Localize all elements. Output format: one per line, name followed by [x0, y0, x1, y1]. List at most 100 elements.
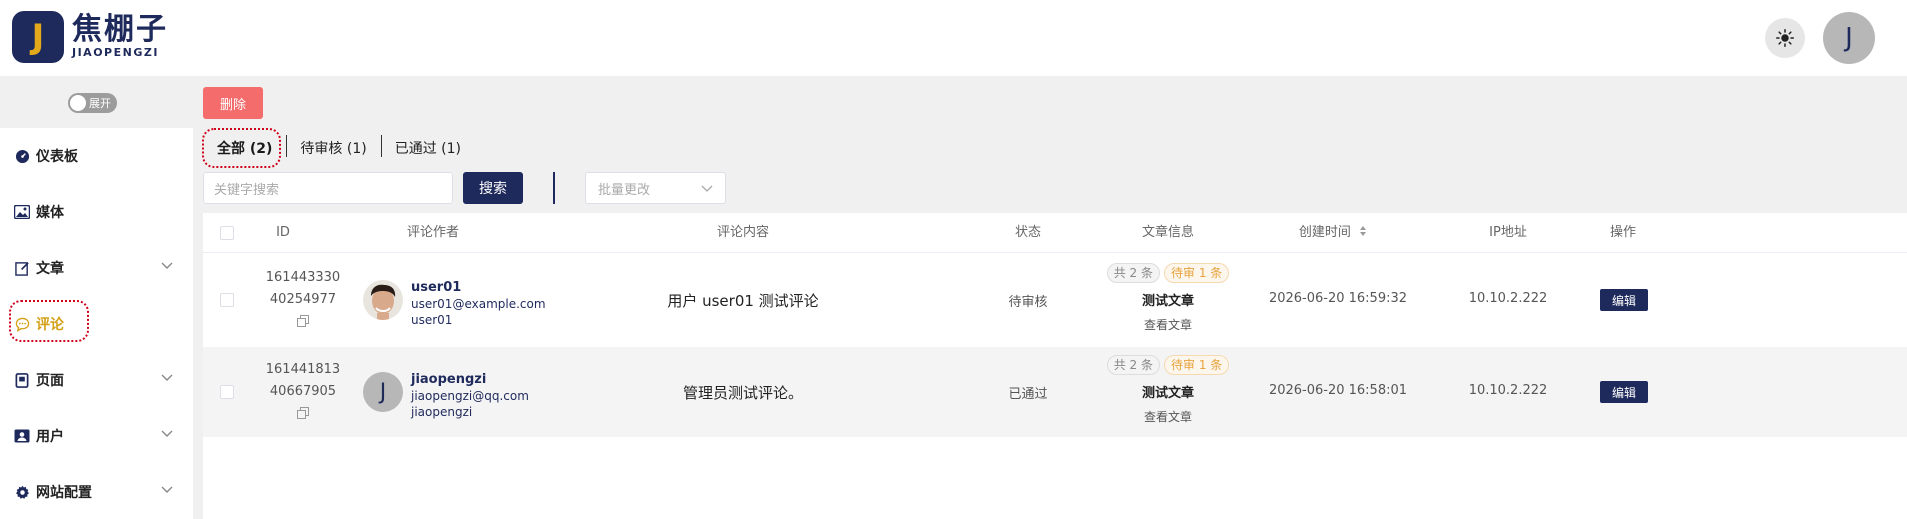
- sidebar-item-label: 文章: [36, 261, 64, 277]
- logo-en: JIAOPENGZI: [72, 46, 159, 59]
- author-email: jiaopengzi@qq.com: [411, 389, 529, 403]
- gear-icon: [14, 484, 30, 500]
- edit-icon: [14, 260, 30, 276]
- article-info: 共 2 条待审 1 条 测试文章 查看文章: [1093, 263, 1243, 333]
- sidebar-item-label: 仪表板: [36, 149, 78, 165]
- sun-icon: [1776, 29, 1794, 47]
- created-time: 2026-06-20 16:59:32: [1268, 291, 1408, 306]
- row-checkbox[interactable]: [220, 293, 234, 307]
- view-article-link[interactable]: 查看文章: [1093, 408, 1243, 425]
- row-checkbox[interactable]: [220, 385, 234, 399]
- sidebar-expand-toggle[interactable]: 展开: [68, 93, 117, 113]
- status-text: 待审核: [1008, 295, 1048, 310]
- sidebar-item-site-config[interactable]: 网站配置: [0, 464, 193, 519]
- sort-icon: [1360, 226, 1367, 236]
- edit-button[interactable]: 编辑: [1600, 289, 1648, 311]
- sidebar-item-label: 网站配置: [36, 485, 92, 501]
- author-avatar: J: [363, 372, 403, 412]
- search-input[interactable]: 关键字搜索: [203, 172, 453, 204]
- divider: [553, 172, 555, 204]
- toggle-label: 展开: [89, 97, 111, 110]
- toggle-knob: [70, 95, 86, 111]
- sidebar-item-media[interactable]: 媒体: [0, 184, 193, 240]
- author-name[interactable]: jiaopengzi: [411, 372, 529, 388]
- author-avatar: [363, 280, 403, 320]
- comments-table: ID 评论作者 评论内容 状态 文章信息 创建时间 IP地址 操作 161443…: [203, 213, 1907, 519]
- chevron-down-icon: [161, 262, 173, 269]
- table-row: 161443330 40254977 user01 user01@example…: [203, 255, 1907, 345]
- main-content: 删除 全部 (2) 待审核 (1) 已通过 (1) 关键字搜索 搜索 批量更改 …: [202, 76, 1907, 519]
- highlight-ring: [9, 300, 89, 342]
- view-article-link[interactable]: 查看文章: [1093, 316, 1243, 333]
- table-header: ID 评论作者 评论内容 状态 文章信息 创建时间 IP地址 操作: [203, 213, 1907, 253]
- edit-button[interactable]: 编辑: [1600, 381, 1648, 403]
- author-info: user01 user01@example.com user01: [411, 280, 546, 328]
- column-header-actions: 操作: [1609, 225, 1636, 240]
- table-row: 161441813 40667905 J jiaopengzi jiaopeng…: [203, 347, 1907, 437]
- delete-button[interactable]: 删除: [203, 87, 263, 119]
- id-line: 161443330: [265, 270, 341, 285]
- logo[interactable]: J 焦棚子 JIAOPENGZI: [12, 11, 168, 63]
- copy-icon[interactable]: [297, 315, 309, 327]
- logo-letter: J: [31, 17, 45, 57]
- sidebar-item-posts[interactable]: 文章: [0, 240, 193, 296]
- copy-icon[interactable]: [297, 407, 309, 419]
- theme-toggle-button[interactable]: [1765, 18, 1805, 58]
- column-header-id: ID: [276, 225, 290, 240]
- pending-count-badge: 待审 1 条: [1164, 355, 1230, 375]
- page-icon: [14, 372, 30, 388]
- search-button[interactable]: 搜索: [463, 172, 523, 204]
- select-all-checkbox[interactable]: [220, 226, 234, 240]
- article-title[interactable]: 测试文章: [1093, 290, 1243, 309]
- highlight-ring: [202, 128, 281, 168]
- column-header-content: 评论内容: [716, 225, 769, 240]
- logo-cn: 焦棚子: [72, 12, 168, 47]
- ip-address: 10.10.2.222: [1468, 291, 1548, 306]
- sidebar-item-dashboard[interactable]: 仪表板: [0, 128, 193, 184]
- user-card-icon: [14, 428, 30, 444]
- user-avatar[interactable]: J: [1823, 12, 1875, 64]
- total-count-badge: 共 2 条: [1106, 263, 1160, 283]
- column-header-article: 文章信息: [1141, 225, 1194, 240]
- logo-text: 焦棚子 JIAOPENGZI: [72, 14, 168, 60]
- created-time: 2026-06-20 16:58:01: [1268, 383, 1408, 398]
- dashboard-icon: [14, 148, 30, 164]
- column-header-author: 评论作者: [406, 225, 459, 240]
- column-header-created[interactable]: 创建时间: [1283, 213, 1383, 253]
- chevron-down-icon: [161, 430, 173, 437]
- app-header: J 焦棚子 JIAOPENGZI J: [0, 0, 1907, 76]
- sidebar-item-users[interactable]: 用户: [0, 408, 193, 464]
- article-title[interactable]: 测试文章: [1093, 382, 1243, 401]
- batch-action-select[interactable]: 批量更改: [585, 172, 726, 204]
- id-line: 40254977: [269, 292, 337, 307]
- chevron-down-icon: [161, 374, 173, 381]
- status-text: 已通过: [1008, 387, 1048, 402]
- pending-count-badge: 待审 1 条: [1164, 263, 1230, 283]
- sidebar: 展开 仪表板 媒体 文章 评论 页面 用户 网站配置: [0, 76, 193, 519]
- article-info: 共 2 条待审 1 条 测试文章 查看文章: [1093, 355, 1243, 425]
- author-info: jiaopengzi jiaopengzi@qq.com jiaopengzi: [411, 372, 529, 420]
- id-line: 161441813: [265, 362, 341, 377]
- avatar-photo-icon: [363, 280, 403, 320]
- id-line: 40667905: [269, 384, 337, 399]
- column-header-ip: IP地址: [1489, 225, 1527, 240]
- sidebar-item-pages[interactable]: 页面: [0, 352, 193, 408]
- chevron-down-icon: [161, 486, 173, 493]
- id-cell: 161443330 40254977: [253, 267, 353, 331]
- column-header-created-label: 创建时间: [1298, 225, 1351, 240]
- author-login: jiaopengzi: [411, 405, 473, 419]
- image-icon: [14, 204, 30, 220]
- sidebar-item-label: 用户: [36, 429, 64, 445]
- tab-pending[interactable]: 待审核 (1): [286, 135, 380, 158]
- comment-content: 用户 user01 测试评论: [667, 292, 819, 310]
- chevron-down-icon: [701, 185, 713, 192]
- batch-select-placeholder: 批量更改: [598, 182, 651, 198]
- author-name[interactable]: user01: [411, 280, 546, 296]
- sidebar-item-label: 媒体: [36, 205, 64, 221]
- tab-approved[interactable]: 已通过 (1): [380, 135, 475, 158]
- author-email: user01@example.com: [411, 297, 546, 311]
- id-cell: 161441813 40667905: [253, 359, 353, 423]
- column-header-status: 状态: [1014, 225, 1041, 240]
- ip-address: 10.10.2.222: [1468, 383, 1548, 398]
- author-login: user01: [411, 313, 453, 327]
